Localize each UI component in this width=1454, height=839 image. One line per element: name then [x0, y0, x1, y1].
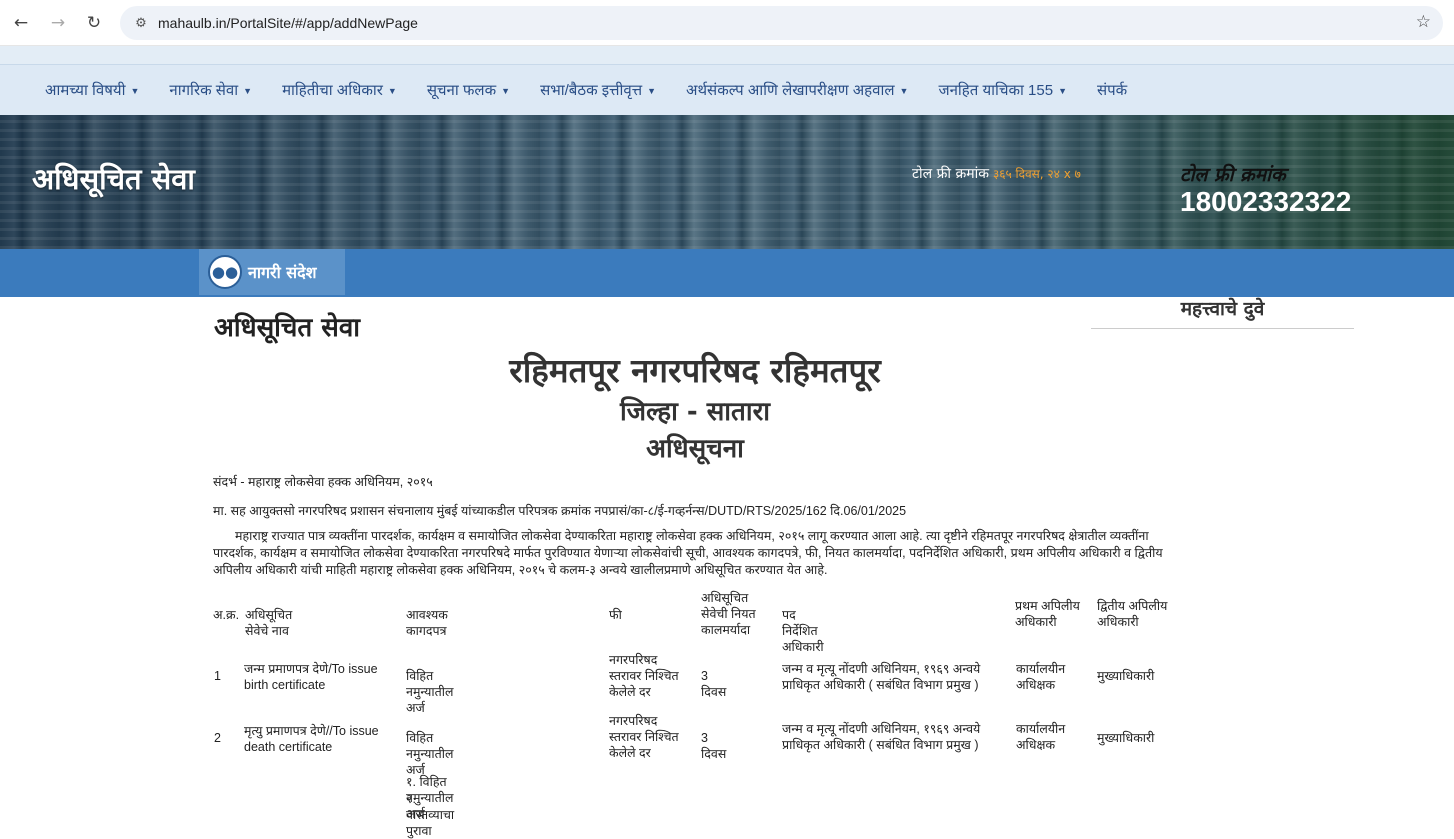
- header-first-appeal: प्रथम अपिलीय अधिकारी: [1015, 599, 1080, 629]
- caret-down-icon: ▼: [387, 86, 397, 97]
- row1-service: जन्म प्रमाणपत्र देणे/To issue birth cert…: [244, 662, 378, 692]
- row2-service: मृत्यु प्रमाणपत्र देणे//To issue death c…: [244, 724, 379, 754]
- row2-fee: नगरपरिषद स्तरावर निश्चित केलेले दर: [609, 714, 679, 760]
- district-name: जिल्हा - सातारा: [620, 397, 770, 427]
- caret-down-icon: ▼: [501, 86, 511, 97]
- row1-second-appeal: मुख्याधिकारी: [1097, 669, 1155, 683]
- nav-item-label: आमच्या विषयी: [45, 82, 126, 99]
- caret-down-icon: ▼: [243, 86, 253, 97]
- row2-documents: विहित नमुन्यातील अर्ज: [406, 731, 454, 777]
- toll-free-label: टोल फ्री क्रमांक: [1180, 164, 1286, 186]
- nav-item-label: संपर्क: [1097, 82, 1128, 99]
- reference-circular: मा. सह आयुक्तसो नगरपरिषद प्रशासन संचनाला…: [213, 504, 907, 518]
- row2-officer: जन्म व मृत्यू नोंदणी अधिनियम, १९६९ अन्वय…: [782, 722, 981, 752]
- row2-first-appeal: कार्यालयीन अधिक्षक: [1016, 722, 1066, 752]
- toll-hours: ३६५ दिवस, २४ x ७: [993, 167, 1081, 181]
- browser-toolbar: ← → ↻ ⚙ mahaulb.in/PortalSite/#/app/addN…: [0, 0, 1454, 46]
- toll-free-number: 18002332322: [1180, 186, 1352, 217]
- bookmark-star-icon[interactable]: ☆: [1416, 12, 1431, 32]
- row1-serial: 1: [214, 669, 221, 683]
- row3-document-2: २. वास्तव्याचा पुरावा: [406, 792, 455, 838]
- nav-item-label: माहितीचा अधिकार: [282, 82, 383, 99]
- row2-serial: 2: [214, 731, 221, 745]
- nav-item-pil-155[interactable]: जनहित याचिका 155 ▼: [938, 80, 1067, 100]
- header-service: अधिसूचित सेवेचे नाव: [245, 608, 293, 638]
- caret-down-icon: ▼: [899, 86, 909, 97]
- row2-second-appeal: मुख्याधिकारी: [1097, 731, 1155, 745]
- header-fee: फी: [609, 608, 622, 622]
- nav-item-label: सभा/बैठक इत्तीवृत्त: [540, 82, 643, 99]
- toll-free-small: टोल फ्री क्रमांक ३६५ दिवस, २४ x ७: [912, 164, 1081, 183]
- caret-down-icon: ▼: [1058, 86, 1067, 97]
- toll-small-label: टोल फ्री क्रमांक: [912, 166, 989, 182]
- row1-officer: जन्म व मृत्यू नोंदणी अधिनियम, १९६९ अन्वय…: [782, 662, 981, 692]
- nav-item-contact[interactable]: संपर्क: [1097, 80, 1127, 100]
- header-officer: पद निर्देशित अधिकारी: [782, 608, 824, 654]
- reload-icon[interactable]: ↻: [81, 10, 107, 36]
- header-documents: आवश्यक कागदपत्र: [406, 608, 448, 638]
- notice-paragraph: महाराष्ट्र राज्यात पात्र व्यक्तींना पारद…: [213, 529, 1163, 577]
- users-icon: ●●: [208, 255, 242, 289]
- nav-item-rti[interactable]: माहितीचा अधिकार ▼: [282, 80, 397, 100]
- url-text[interactable]: mahaulb.in/PortalSite/#/app/addNewPage: [158, 15, 418, 31]
- address-bar[interactable]: ⚙ mahaulb.in/PortalSite/#/app/addNewPage…: [120, 6, 1443, 40]
- row1-time: 3 दिवस: [701, 669, 727, 699]
- nav-item-notice-board[interactable]: सूचना फलक ▼: [427, 80, 510, 100]
- council-name: रहिमतपूर नगरपरिषद रहिमतपूर: [509, 351, 881, 390]
- notice-heading: अधिसूचना: [646, 434, 744, 464]
- citizen-message-tab[interactable]: ●● नागरी संदेश: [199, 249, 345, 295]
- nav-item-meeting-minutes[interactable]: सभा/बैठक इत्तीवृत्त ▼: [540, 80, 656, 100]
- caret-down-icon: ▼: [647, 86, 657, 97]
- row1-documents: विहित नमुन्यातील अर्ज: [406, 669, 454, 715]
- site-settings-icon[interactable]: ⚙: [124, 6, 158, 40]
- header-second-appeal: द्वितीय अपिलीय अधिकारी: [1097, 599, 1168, 629]
- header-serial: अ.क्र.: [213, 608, 240, 622]
- forward-icon[interactable]: →: [45, 10, 71, 36]
- nav-item-about[interactable]: आमच्या विषयी ▼: [45, 80, 139, 100]
- nav-item-citizen-services[interactable]: नागरिक सेवा ▼: [169, 80, 252, 100]
- nav-item-label: सूचना फलक: [426, 82, 497, 99]
- nav-item-budget-audit[interactable]: अर्थसंकल्प आणि लेखापरीक्षण अहवाल ▼: [686, 80, 908, 100]
- nav-item-label: जनहित याचिका 155: [938, 82, 1054, 99]
- row2-time: 3 दिवस: [701, 731, 727, 761]
- announcement-bar: ●● नागरी संदेश: [0, 249, 1454, 297]
- hero-banner: अधिसूचित सेवा टोल फ्री क्रमांक ३६५ दिवस, …: [0, 115, 1454, 249]
- row1-fee: नगरपरिषद स्तरावर निश्चित केलेले दर: [609, 653, 679, 699]
- banner-title: अधिसूचित सेवा: [32, 162, 195, 196]
- main-nav: आमच्या विषयी ▼ नागरिक सेवा ▼ माहितीचा अधिक…: [0, 64, 1454, 115]
- header-time-limit: अधिसूचित सेवेची नियत कालमर्यादा: [701, 591, 756, 637]
- page-title: अधिसूचित सेवा: [214, 313, 361, 343]
- citizen-message-label: नागरी संदेश: [248, 263, 317, 282]
- back-icon[interactable]: ←: [8, 10, 34, 36]
- nav-item-label: नागरिक सेवा: [169, 82, 239, 99]
- caret-down-icon: ▼: [130, 86, 140, 97]
- reference-act: संदर्भ - महाराष्ट्र लोकसेवा हक्क अधिनियम…: [213, 475, 433, 489]
- top-strip: [0, 46, 1454, 64]
- important-links-heading: महत्त्वाचे दुवे: [1091, 295, 1354, 329]
- row1-first-appeal: कार्यालयीन अधिक्षक: [1016, 662, 1066, 692]
- nav-item-label: अर्थसंकल्प आणि लेखापरीक्षण अहवाल: [686, 82, 895, 99]
